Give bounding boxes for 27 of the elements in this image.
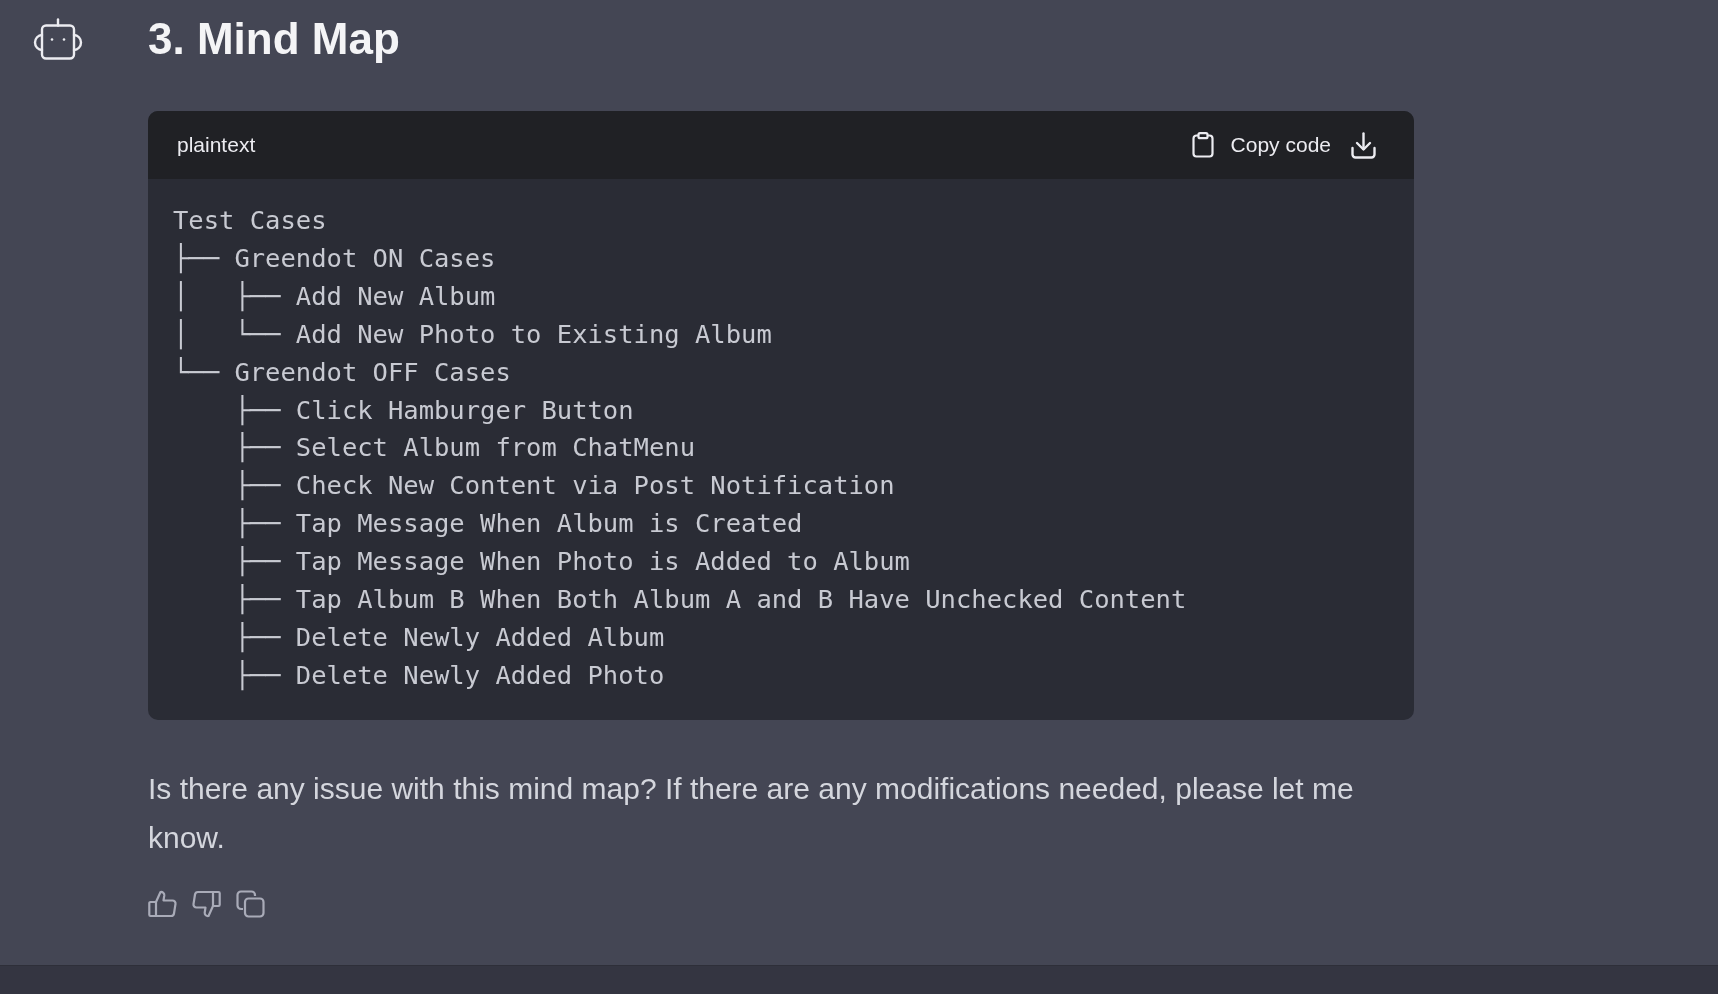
clipboard-icon [1191, 132, 1214, 158]
code-line: ├── Tap Message When Album is Created [233, 507, 803, 541]
code-line: ├── Check New Content via Post Notification [233, 469, 895, 503]
code-line: ├── Click Hamburger Button [233, 393, 634, 428]
message-text: Is there any issue with this mind map? If there are any modifications needed, please let me know. [148, 770, 1355, 856]
code-line: ├── Select Album from ChatMenu [233, 431, 695, 465]
copy-icon [236, 889, 265, 918]
code-line: ├── Tap Message When Photo is Added to Album [233, 545, 910, 579]
code-line: │ └── Add New Photo to Existing Album [173, 317, 772, 352]
thumbs-down-button[interactable] [192, 889, 221, 918]
robot-avatar-icon [33, 18, 83, 60]
code-language-label: plaintext [177, 132, 256, 159]
code-line: Test Cases [173, 204, 327, 237]
code-line: └── Greendot OFF Cases [173, 355, 511, 389]
copy-code-button[interactable]: Copy code [1191, 129, 1331, 161]
copy-button[interactable] [236, 889, 265, 918]
code-line: ├── Greendot ON Cases [173, 241, 496, 276]
thumbs-up-button[interactable] [148, 889, 177, 918]
code-line: ├── Tap Album B When Both Album A and B Have Unchecked Content [233, 583, 1187, 617]
download-icon [1351, 131, 1376, 159]
code-line: ├── Delete Newly Added Photo [233, 658, 665, 693]
thumbs-up-icon [148, 889, 177, 918]
section-heading: 3. Mind Map [148, 13, 400, 65]
download-button[interactable] [1351, 131, 1376, 159]
thumbs-down-icon [192, 889, 221, 918]
code-line: ├── Delete Newly Added Album [233, 620, 665, 655]
code-line: │ ├── Add New Album [173, 279, 496, 314]
